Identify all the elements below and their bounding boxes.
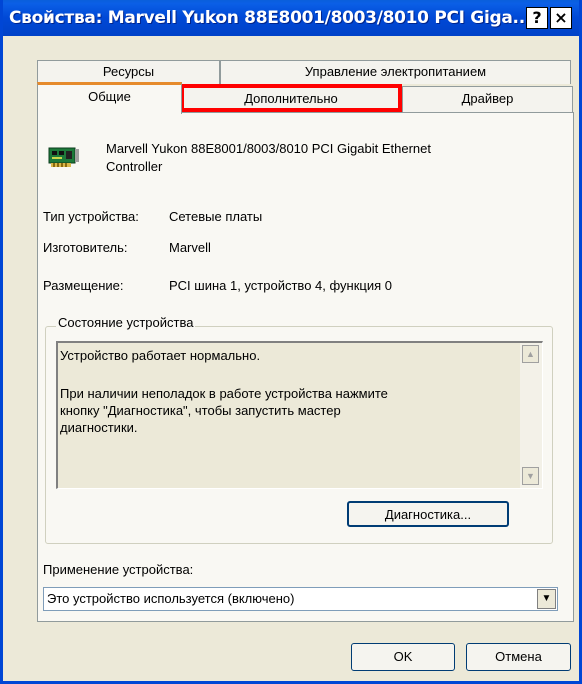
status-line-3: кнопку "Диагностика", чтобы запустить ма… — [60, 403, 341, 418]
device-usage-select[interactable]: Это устройство используется (включено) ▼ — [43, 587, 558, 611]
manufacturer-label: Изготовитель: — [43, 240, 128, 255]
device-usage-label: Применение устройства: — [43, 562, 194, 577]
tab-power-management-label: Управление электропитанием — [304, 64, 487, 79]
close-button[interactable]: × — [550, 7, 572, 29]
device-name-line1: Marvell Yukon 88E8001/8003/8010 PCI Giga… — [106, 141, 431, 156]
device-status-group-label: Состояние устройства — [56, 315, 196, 330]
tab-general[interactable]: Общие — [37, 82, 182, 114]
status-scrollbar[interactable]: ▲ ▼ — [520, 343, 542, 488]
location-value: PCI шина 1, устройство 4, функция 0 — [169, 278, 392, 293]
scroll-up-arrow-icon[interactable]: ▲ — [522, 345, 539, 363]
device-status-textbox[interactable]: Устройство работает нормально. При налич… — [56, 341, 543, 489]
tab-resources-label: Ресурсы — [102, 64, 155, 79]
properties-dialog: Свойства: Marvell Yukon 88E8001/8003/801… — [0, 0, 582, 684]
window-title: Свойства: Marvell Yukon 88E8001/8003/801… — [9, 8, 532, 28]
device-name-line2: Controller — [106, 159, 163, 174]
cancel-button-label: Отмена — [495, 649, 542, 664]
device-usage-value: Это устройство используется (включено) — [47, 591, 295, 606]
network-card-icon — [48, 146, 80, 170]
tab-driver[interactable]: Драйвер — [402, 86, 573, 112]
help-button[interactable]: ? — [526, 7, 548, 29]
advanced-tab-highlight — [180, 84, 402, 112]
ok-button[interactable]: OK — [351, 643, 455, 671]
status-line-1: Устройство работает нормально. — [60, 348, 261, 363]
chevron-down-icon[interactable]: ▼ — [537, 589, 556, 609]
status-line-2: При наличии неполадок в работе устройств… — [60, 386, 388, 401]
title-bar[interactable]: Свойства: Marvell Yukon 88E8001/8003/801… — [3, 0, 579, 36]
ok-button-label: OK — [393, 649, 413, 664]
diagnostics-button-label: Диагностика... — [384, 507, 472, 522]
diagnostics-button[interactable]: Диагностика... — [347, 501, 509, 527]
device-type-value: Сетевые платы — [169, 209, 263, 224]
location-label: Размещение: — [43, 278, 124, 293]
manufacturer-value: Marvell — [169, 240, 211, 255]
cancel-button[interactable]: Отмена — [466, 643, 571, 671]
device-type-label: Тип устройства: — [43, 209, 139, 224]
tab-general-label: Общие — [88, 89, 131, 104]
tab-driver-label: Драйвер — [461, 91, 514, 106]
status-line-4: диагностики. — [60, 420, 138, 435]
scroll-down-arrow-icon[interactable]: ▼ — [522, 467, 539, 485]
tab-resources[interactable]: Ресурсы — [37, 60, 220, 84]
tab-power-management[interactable]: Управление электропитанием — [220, 60, 571, 84]
